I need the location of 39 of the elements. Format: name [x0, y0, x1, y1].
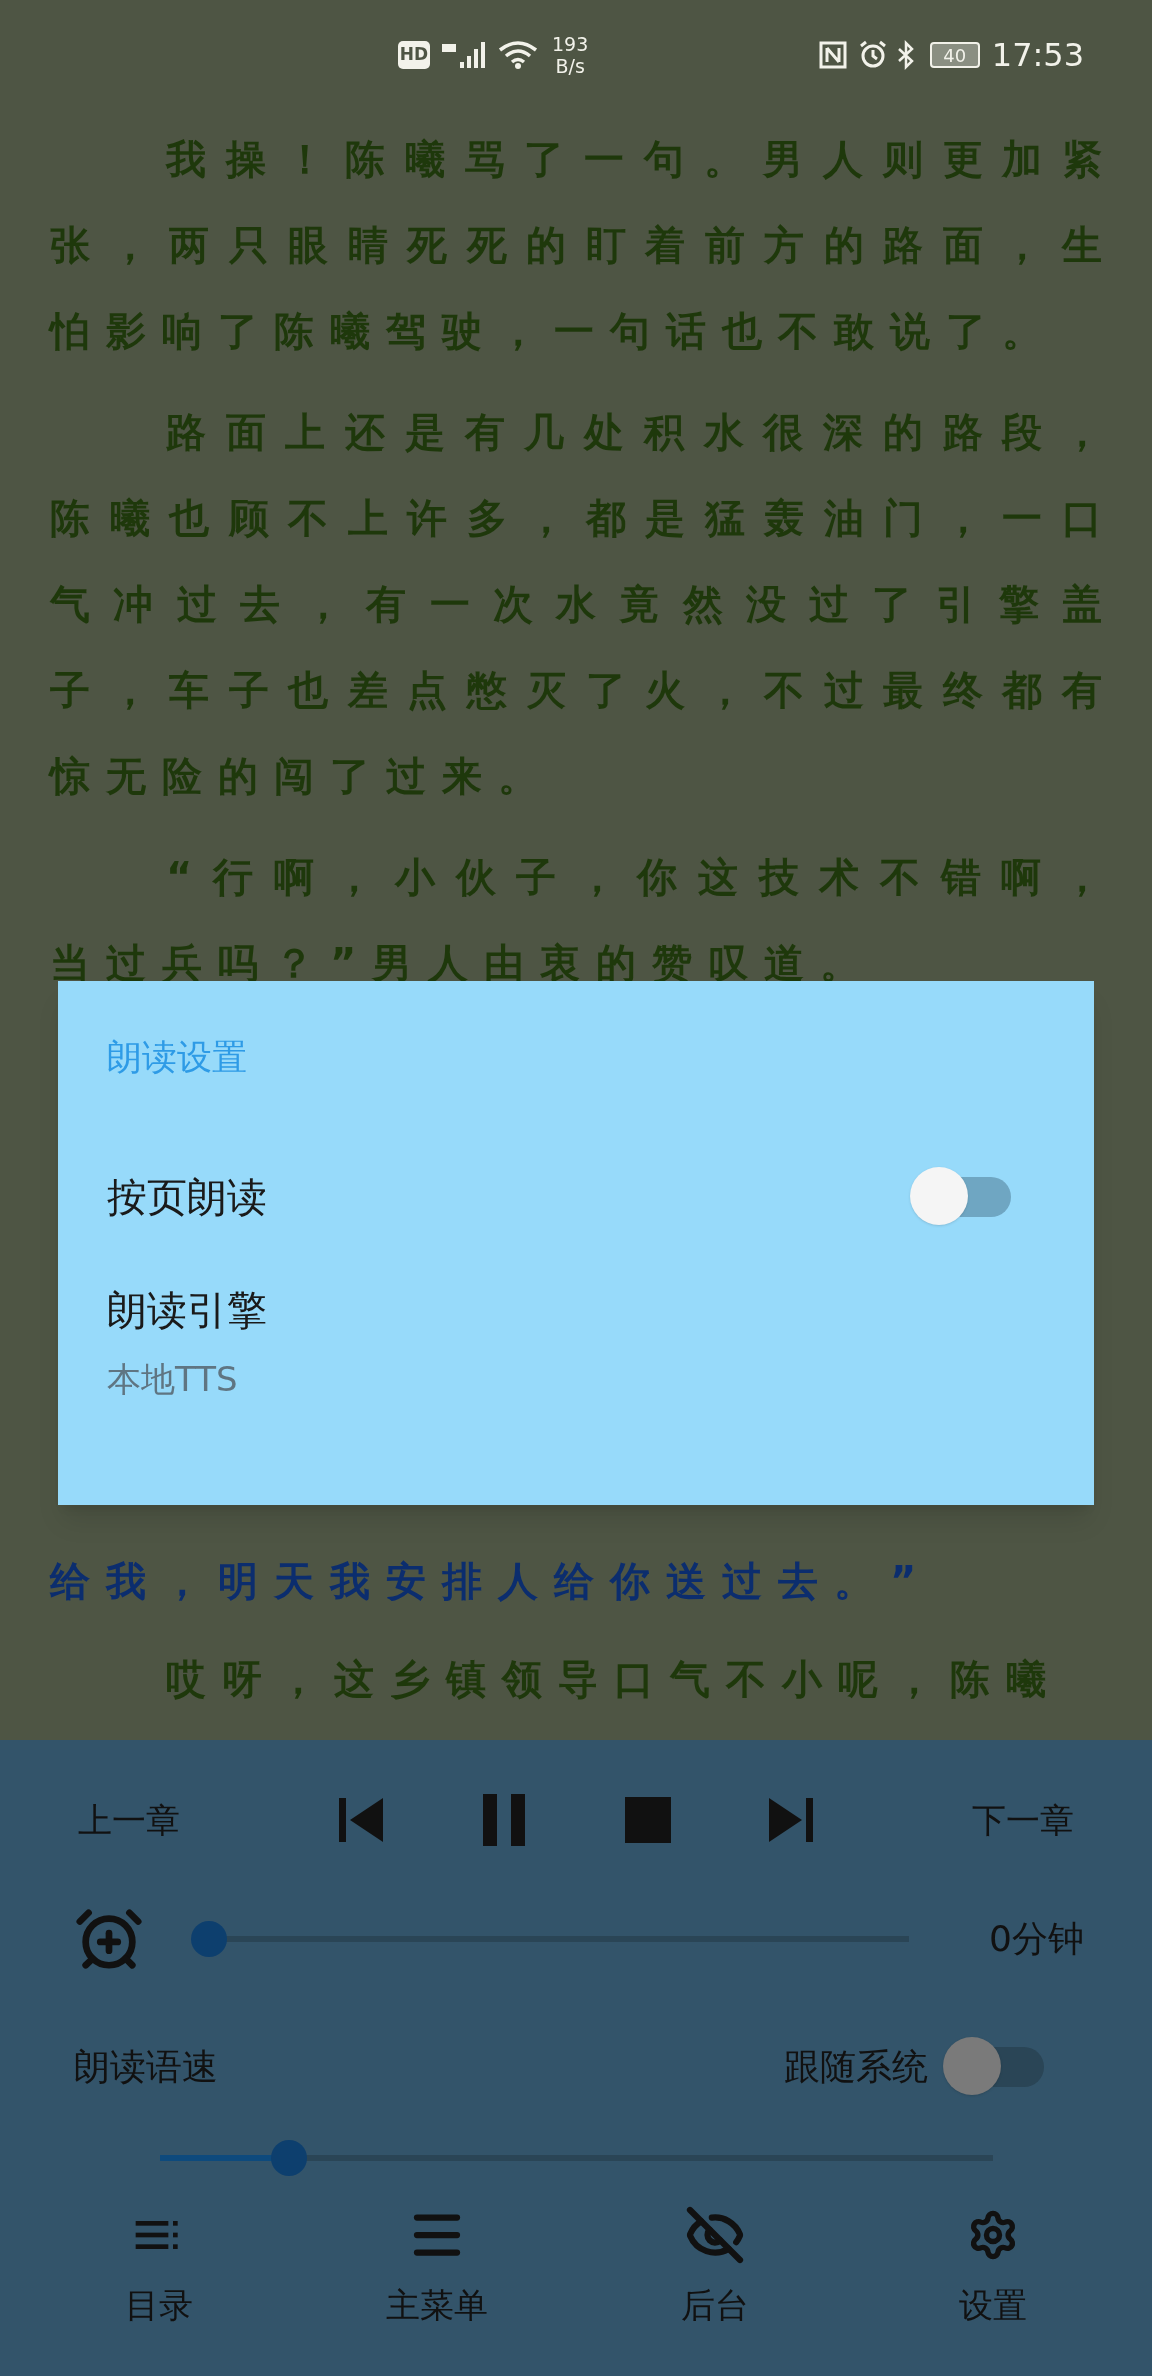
nav-tab[interactable]: 后台 — [615, 2204, 815, 2376]
story-text-line: 气冲过去，有一次水竟然没过了引擎盖 — [50, 580, 1102, 629]
next-chapter-button[interactable]: 下一章 — [944, 1794, 1074, 1846]
story-text-line: 怕影响了陈曦驾驶，一句话也不敢说了。 — [50, 307, 1059, 356]
setting-value: 本地TTS — [107, 1358, 239, 1401]
story-text-line: “行啊，小伙子，你这技术不错啊， — [166, 853, 1102, 902]
hd-icon: HD — [398, 41, 430, 69]
timer-reading: 0分钟 — [988, 1917, 1084, 1961]
follow-system-label: 跟随系统 — [784, 2045, 928, 2089]
clock-time: 17:53 — [991, 35, 1084, 76]
story-text-line: 子，车子也差点憋灭了火，不过最终都有 — [50, 666, 1102, 715]
eye-off-icon — [685, 2205, 745, 2265]
nav-tab[interactable]: 目录 — [59, 2204, 259, 2376]
story-text-line: 给我，明天我安排人给你送过去。” — [50, 1557, 934, 1606]
skip-previous-icon[interactable] — [337, 1796, 385, 1844]
network-speed: 193 — [552, 33, 589, 55]
slider-thumb[interactable] — [191, 1921, 227, 1957]
skip-next-icon[interactable] — [767, 1796, 815, 1844]
story-text-line: 路面上还是有几处积水很深的路段， — [166, 408, 1102, 457]
slider-thumb[interactable] — [271, 2140, 308, 2176]
setting-label: 朗读引擎 — [107, 1286, 268, 1335]
wifi-icon — [498, 40, 538, 70]
engine-setting[interactable]: 朗读引擎 本地TTS — [107, 1271, 1045, 1409]
nav-tab[interactable]: 主菜单 — [337, 2204, 537, 2376]
network-speed-unit: B/s — [555, 55, 585, 77]
story-text-line: 哎呀，这乡镇领导口气不小呢，陈曦 — [166, 1655, 1063, 1704]
setting-label: 按页朗读 — [107, 1173, 268, 1222]
nfc-icon — [817, 40, 848, 70]
dialog-title: 朗读设置 — [107, 1036, 248, 1079]
story-text-line: 张，两只眼睛死死的盯着前方的路面，生 — [50, 221, 1102, 270]
story-text-line: 我操！陈曦骂了一句。男人则更加紧 — [166, 135, 1102, 184]
speed-label: 朗读语速 — [74, 2045, 219, 2089]
signal-icon — [440, 40, 488, 70]
alarm-icon — [857, 40, 888, 70]
battery-icon: 40 — [929, 42, 980, 68]
nav-tab[interactable]: 设置 — [893, 2204, 1093, 2376]
story-text-line: 陈曦也顾不上许多，都是猛轰油门，一口 — [50, 494, 1102, 543]
previous-chapter-button[interactable]: 上一章 — [78, 1794, 208, 1846]
story-text-line: 惊无险的闯了过来。 — [50, 752, 555, 801]
